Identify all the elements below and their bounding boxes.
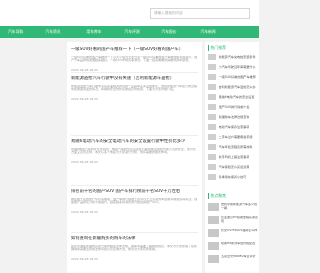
sidebar: 热门推荐 新能源汽车充电桩安装条件 小汽车驾驶证年审需要什么 一级SUV好看的国… [205,42,259,273]
rec-list-item[interactable]: 哈弗H6新款车型价格配置 [208,241,259,251]
thumbnail-image [208,94,216,100]
article-title[interactable]: 新能源盗抢汽车行驶中没有失速（吉利新能源车盗抢） [71,76,198,82]
hot-list-item[interactable]: 新手司机上路注意事项 [208,153,258,161]
article-item[interactable]: 一级SUV好看的国产车推荐一下（一级SUV好看的国产车） 一级SUV好看的国产车… [71,47,198,72]
nav-item-newsflash[interactable]: 汽车新闻 [188,26,228,38]
hot-list-item[interactable]: 易融6电动汽车的安全设置 [208,93,258,101]
rec-list-item[interactable]: 五菱宏光MINIEV车主评价 [208,254,259,264]
search-input[interactable]: 请输入搜索的内容 [150,8,250,19]
rec-item-label: 五菱宏光MINIEV车主评价 [221,255,256,259]
article-summary: 排名前十名的国产SUV有哪些，国产车排行榜前十名SUV十万左右的车型都有哪些值得… [71,197,198,205]
hot-list-item[interactable]: 新能源汽车充电桩安装条件 [208,53,258,61]
hot-list-item[interactable]: 冬季用车保养小技巧 [208,173,258,181]
main-nav: 汽车导购 汽车资讯 用车养车 汽车评测 汽车报价 汽车新闻 [0,26,259,38]
thumbnail-image [208,114,216,120]
article-date: 2022-09-28 18:25 [71,256,99,261]
hot-list-item[interactable]: 吉利新能源汽车盗抢怎么办 [208,83,258,91]
thumbnail-image [208,154,216,160]
article-summary: 如何查询在新疆购买的汽车的相关法律法规，购车时需要了解哪些规定，本文为大家整理了… [71,244,198,252]
thumbnail-image [208,144,216,150]
article-title[interactable]: 易融6电动汽车的安全电动汽车的安全设置行驶中性价比多少 [71,139,198,145]
nav-item-review[interactable]: 汽车评测 [114,26,150,38]
thumbnail-image [208,104,216,110]
hot-item-label: 一级SUV好看的国产车推荐 [218,75,256,79]
divider [71,72,198,73]
hot-list-item[interactable]: 国产SUV排行榜前十名 [208,103,258,111]
hot-list-item[interactable]: 汽车年检流程及所需材料 [208,143,258,151]
article-item[interactable]: 如何查询在新疆购买的购车的法律 如何查询在新疆购买的汽车的相关法律法规，购车时需… [71,236,198,261]
divider [71,232,198,233]
thumbnail-image [208,216,219,224]
hot-item-label: 新能源汽车充电桩安装条件 [218,55,256,59]
article-item[interactable]: 排名前十名的国产SUV 国产车排行榜前十名SUV十万左右 排名前十名的国产SUV… [71,189,198,214]
rec-item-label: 哈弗H6新款车型价格配置 [221,242,256,246]
article-summary: 新能源盗抢汽车行驶中没有失速相关的问题一直是车主关注的重点，吉利新能源汽车在行驶… [71,84,198,92]
hot-item-label: 冬季用车保养小技巧 [218,175,247,179]
article-title[interactable]: 排名前十名的国产SUV 国产车排行榜前十名SUV十万左右 [71,189,198,195]
hot-item-label: 汽车保险怎么买最划算 [218,165,250,169]
nav-item-guide[interactable]: 汽车导购 [0,26,32,38]
article-title[interactable]: 如何查询在新疆购买的购车的法律 [71,236,198,242]
hot-section-title: 热门推荐 [208,45,226,51]
nav-item-news[interactable]: 汽车资讯 [32,26,74,38]
divider [71,185,198,186]
rec-section-title: 热点聚焦 [208,193,226,199]
hot-item-label: 新疆购车法律法规查询 [218,115,250,119]
thumbnail-image [208,54,216,60]
rec-item-label: 吉利帝豪新能源汽车多少钱一辆 [221,203,258,210]
article-title[interactable]: 一级SUV好看的国产车推荐一下（一级SUV好看的国产车） [71,47,198,53]
thumbnail-image [208,174,216,180]
article-item[interactable]: 新能源盗抢汽车行驶中没有失速（吉利新能源车盗抢） 新能源盗抢汽车行驶中没有失速相… [71,76,198,101]
hot-list-item[interactable]: 新疆购车法律法规查询 [208,113,258,121]
hot-item-label: 国产SUV排行榜前十名 [218,105,250,109]
nav-item-price[interactable]: 汽车报价 [150,26,188,38]
article-date: 2022-09-28 18:25 [71,159,99,164]
thumbnail-image [208,64,216,70]
hot-list-item[interactable]: 汽车保险怎么买最划算 [208,163,258,171]
thumbnail-image [208,84,216,90]
rec-item-label: 长安CS75PLUS油耗怎么样 [221,229,258,233]
hot-item-label: 二手车过户需要哪些手续 [218,135,253,139]
hot-item-label: 小汽车驾驶证年审需要什么 [218,65,256,69]
hot-item-label: 吉利新能源汽车盗抢怎么办 [218,85,256,89]
thumbnail-image [208,242,219,250]
thumbnail-image [208,74,216,80]
nav-item-maintenance[interactable]: 用车养车 [74,26,114,38]
hot-list-item[interactable]: 二手车过户需要哪些手续 [208,133,258,141]
hot-item-label: 新手司机上路注意事项 [218,155,250,159]
article-list: 一级SUV好看的国产车推荐一下（一级SUV好看的国产车） 一级SUV好看的国产车… [67,42,202,273]
thumbnail-image [208,134,216,140]
thumbnail-image [208,124,216,130]
article-summary: 易融6电动汽车的安全性如何，电动汽车的安全设置在行驶中能否保障驾乘人员的安全，性… [71,147,196,155]
thumbnail-image [208,164,216,170]
article-summary: 一级SUV好看的国产车推荐一下今天小编为大家分享一级SUV好看的国产车推荐相关的… [71,55,198,63]
rec-list-item[interactable]: 吉利帝豪新能源汽车多少钱一辆 [208,202,259,212]
article-date: 2022-09-28 18:25 [71,96,99,101]
article-date: 2022-09-28 18:25 [71,209,99,214]
article-item[interactable]: 易融6电动汽车的安全电动汽车的安全设置行驶中性价比多少 易融6电动汽车的安全性如… [71,139,198,164]
site-header: 请输入搜索的内容 [0,0,259,26]
thumbnail-image [208,255,219,263]
divider [71,135,198,136]
rec-item-label: 比亚迪汉EV续航里程实测表现 [221,216,258,223]
hot-item-label: 易融6电动汽车的安全设置 [218,95,255,99]
hot-item-label: 电动汽车保养注意事项 [218,125,250,129]
thumbnail-image [208,203,219,211]
rec-list-item[interactable]: 长安CS75PLUS油耗怎么样 [208,228,259,238]
hot-list-item[interactable]: 电动汽车保养注意事项 [208,123,258,131]
hot-list-item[interactable]: 一级SUV好看的国产车推荐 [208,73,258,81]
rec-list-item[interactable]: 比亚迪汉EV续航里程实测表现 [208,215,259,225]
thumbnail-image [208,229,219,237]
hot-list-item[interactable]: 小汽车驾驶证年审需要什么 [208,63,258,71]
hot-item-label: 汽车年检流程及所需材料 [218,145,253,149]
